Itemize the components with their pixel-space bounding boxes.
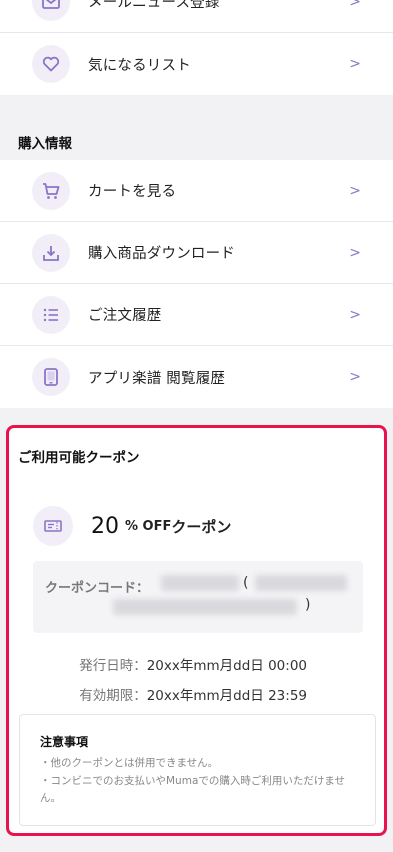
redacted-coupon-detail xyxy=(255,575,347,591)
menu-item-app-score-history[interactable]: アプリ楽譜 閲覧履歴 > xyxy=(0,346,393,408)
menu-item-download[interactable]: 購入商品ダウンロード > xyxy=(0,222,393,284)
coupon-code-label: クーポンコード： xyxy=(45,581,150,596)
note-item: ・他のクーポンとは併用できません。 xyxy=(40,757,219,769)
coupon-code-box: クーポンコード： ( ) xyxy=(33,561,363,633)
heart-icon xyxy=(32,45,70,83)
notes-title: 注意事項 xyxy=(40,735,89,749)
tablet-icon xyxy=(32,358,70,396)
expire-date-value: 20xx年mm月dd日 23:59 xyxy=(146,688,307,704)
menu-item-label: 気になるリスト xyxy=(88,57,191,74)
coupon-issue-date: 発行日時：20xx年mm月dd日 00:00 xyxy=(79,654,307,674)
purchase-menu-card: カートを見る > 購入商品ダウンロード > ご注文履歴 > アプリ楽譜 閲覧履歴… xyxy=(0,160,393,408)
coupon-expire-date: 有効期限：20xx年mm月dd日 23:59 xyxy=(79,684,307,704)
coupon-notes-box: 注意事項 ・他のクーポンとは併用できません。 ・コンビニでのお支払いやMumaで… xyxy=(19,714,376,826)
menu-item-cart[interactable]: カートを見る > xyxy=(0,160,393,222)
expire-date-label: 有効期限： xyxy=(79,688,147,704)
menu-item-mail-news[interactable]: メールニュース登録 > xyxy=(0,0,393,33)
menu-item-label: アプリ楽譜 閲覧履歴 xyxy=(88,370,226,387)
note-item: ・コンビニでのお支払いやMumaでの購入時ご利用いただけません。 xyxy=(40,775,346,804)
chevron-right-icon: > xyxy=(349,56,361,72)
chevron-right-icon: > xyxy=(349,244,361,261)
cart-icon xyxy=(32,171,70,210)
paren-open: ( xyxy=(243,575,249,591)
available-coupon-panel: ご利用可能クーポン 20 % OFF クーポン クーポンコード： ( ) 発行日… xyxy=(6,425,387,836)
redacted-coupon-detail-2 xyxy=(113,599,297,615)
coupon-discount-value: 20 xyxy=(91,513,119,539)
issue-date-label: 発行日時： xyxy=(79,658,147,674)
menu-item-label: 購入商品ダウンロード xyxy=(88,246,235,262)
section-title-coupon: ご利用可能クーポン xyxy=(18,450,140,466)
mail-icon xyxy=(32,0,70,21)
section-title-purchase: 購入情報 xyxy=(18,136,72,152)
chevron-right-icon: > xyxy=(349,369,361,385)
paren-close: ) xyxy=(305,597,311,613)
menu-item-wishlist[interactable]: 気になるリスト > xyxy=(0,33,393,95)
menu-item-label: カートを見る xyxy=(88,184,177,200)
ticket-icon xyxy=(33,506,73,546)
issue-date-value: 20xx年mm月dd日 00:00 xyxy=(146,658,307,674)
coupon-header: 20 % OFF クーポン xyxy=(33,506,231,546)
account-menu-card: メールニュース登録 > 気になるリスト > xyxy=(0,0,393,95)
menu-item-label: ご注文履歴 xyxy=(88,308,162,324)
menu-item-order-history[interactable]: ご注文履歴 > xyxy=(0,284,393,346)
chevron-right-icon: > xyxy=(349,0,361,10)
redacted-coupon-code xyxy=(161,575,239,591)
list-icon xyxy=(32,295,70,334)
download-icon xyxy=(32,233,70,272)
menu-item-label: メールニュース登録 xyxy=(88,0,220,11)
coupon-type-label: クーポン xyxy=(171,517,232,536)
chevron-right-icon: > xyxy=(349,306,361,323)
chevron-right-icon: > xyxy=(349,182,361,199)
coupon-discount-unit: % OFF xyxy=(125,518,172,534)
